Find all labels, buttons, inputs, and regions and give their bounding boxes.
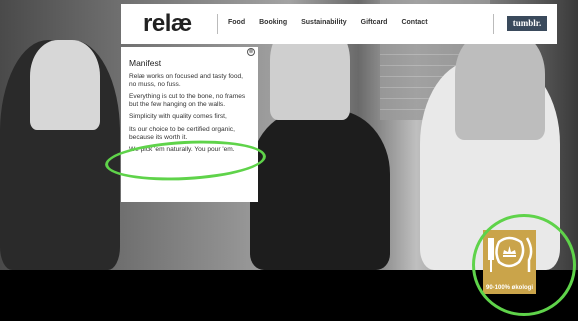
nav-link-food[interactable]: Food <box>228 19 245 26</box>
nav-divider <box>217 14 218 34</box>
nav-link-giftcard[interactable]: Giftcard <box>361 19 388 26</box>
site-logo[interactable]: relæ <box>143 10 192 38</box>
manifest-paragraph: Simplicity with quality comes first, <box>129 113 227 121</box>
nav-link-sustainability[interactable]: Sustainability <box>301 19 347 26</box>
nav-link-booking[interactable]: Booking <box>259 19 287 26</box>
top-nav-bar: relæ Food Booking Sustainability Giftcar… <box>121 4 557 44</box>
chef-face-right <box>455 30 545 140</box>
highlight-organic-badge <box>472 214 576 316</box>
chef-face-left <box>30 40 100 130</box>
nav-links: Food Booking Sustainability Giftcard Con… <box>228 19 428 26</box>
close-icon[interactable]: ⊗ <box>247 48 255 56</box>
manifest-paragraph: Its our choice to be certified organic, … <box>129 125 235 141</box>
nav-link-contact[interactable]: Contact <box>401 19 427 26</box>
chef-figure-center <box>250 110 390 270</box>
tumblr-button[interactable]: tumblr. <box>507 16 547 31</box>
manifest-paragraph: Relæ works on focused and tasty food, no… <box>129 73 243 88</box>
nav-divider <box>493 14 494 34</box>
manifest-paragraph: Everything is cut to the bone, no frames… <box>129 93 246 108</box>
panel-title: Manifest <box>129 58 162 68</box>
